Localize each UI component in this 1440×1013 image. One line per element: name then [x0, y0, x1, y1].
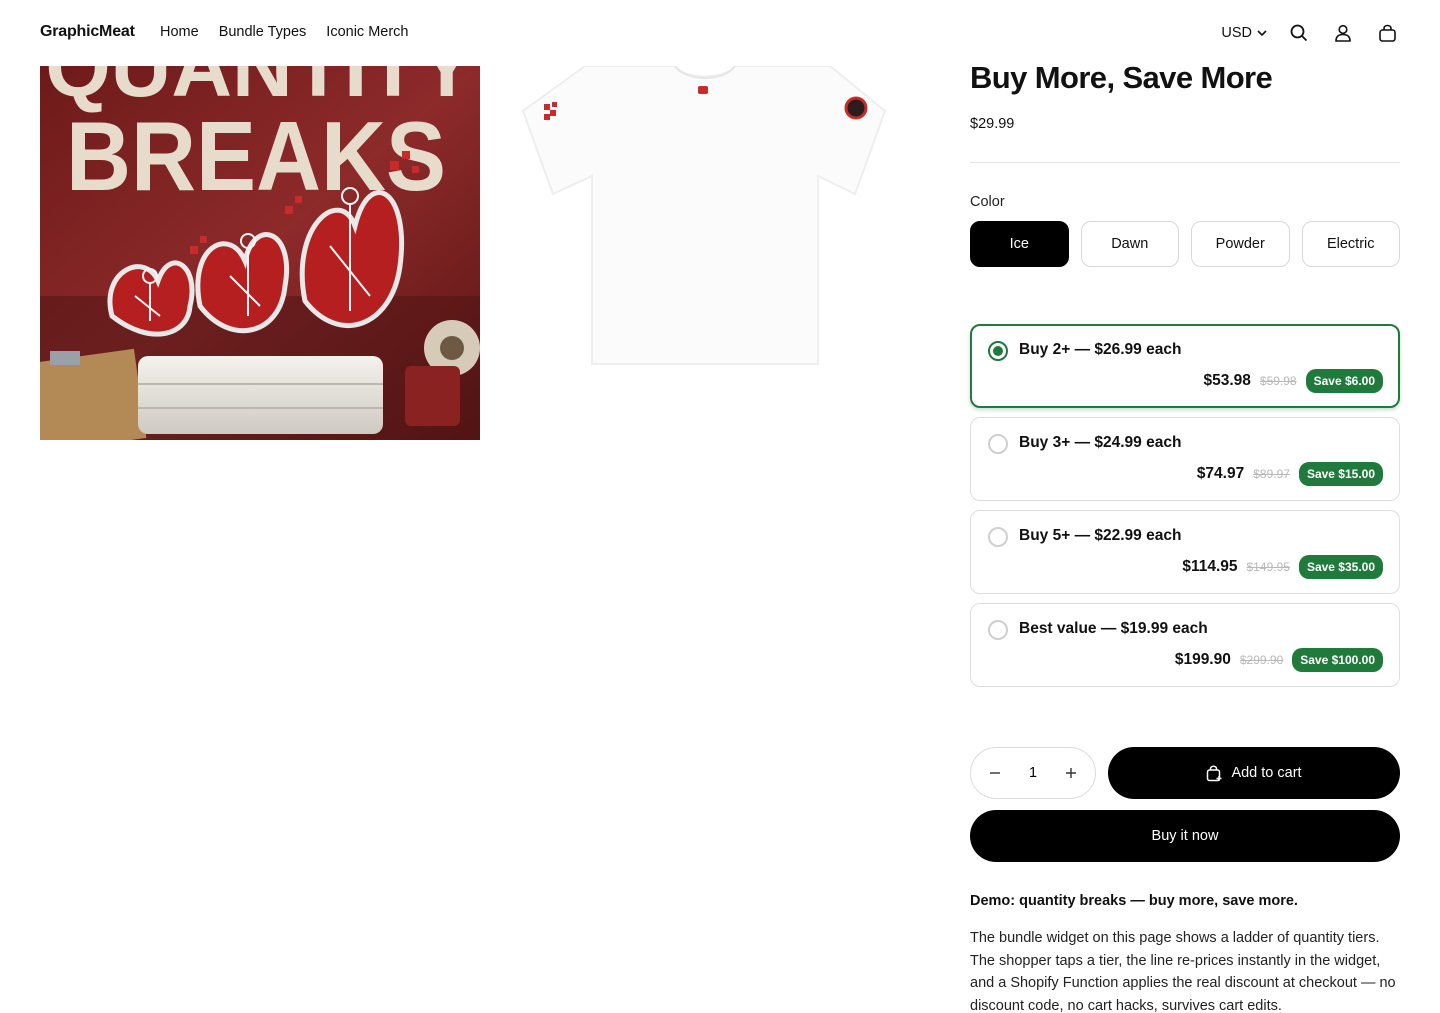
- product-info: Buy More, Save More $29.99 Color Ice Daw…: [970, 58, 1400, 267]
- tier-prices: $199.90 $299.90 Save $100.00: [1175, 648, 1383, 672]
- tier-label: Buy 5+ — $22.99 each: [1019, 527, 1182, 544]
- account-icon[interactable]: [1330, 20, 1356, 46]
- nav-iconic-merch[interactable]: Iconic Merch: [326, 24, 408, 40]
- store-logo[interactable]: GraphicMeat: [40, 23, 135, 41]
- color-option-label: Color: [970, 194, 1005, 210]
- search-icon[interactable]: [1286, 20, 1312, 46]
- tier-prices: $53.98 $59.98 Save $6.00: [1203, 369, 1383, 393]
- header-actions: USD: [1221, 20, 1400, 46]
- tier-total: $53.98: [1203, 372, 1251, 389]
- currency-selector[interactable]: USD: [1221, 25, 1268, 41]
- quantity-stepper: [970, 747, 1096, 799]
- add-to-cart-label: Add to cart: [1231, 765, 1302, 781]
- main-nav: Home Bundle Types Iconic Merch: [160, 24, 409, 40]
- tier-option-buy-5[interactable]: Buy 5+ — $22.99 each $114.95 $149.95 Sav…: [970, 510, 1400, 594]
- save-badge: Save $15.00: [1298, 462, 1383, 486]
- buy-it-now-button[interactable]: Buy it now: [970, 810, 1400, 862]
- tier-option-buy-3[interactable]: Buy 3+ — $24.99 each $74.97 $89.97 Save …: [970, 417, 1400, 501]
- product-image-quantity-breaks[interactable]: QUANTITY BREAKS: [40, 66, 480, 440]
- cart-add-icon: [1207, 765, 1222, 781]
- cart-icon[interactable]: [1374, 20, 1400, 46]
- radio-icon: [988, 620, 1008, 640]
- quantity-input[interactable]: [1018, 765, 1048, 781]
- radio-icon: [988, 527, 1008, 547]
- save-badge: Save $6.00: [1305, 369, 1383, 393]
- tshirt-chest-logo: [698, 86, 708, 94]
- tier-total: $199.90: [1174, 651, 1231, 668]
- chevron-down-icon: [1257, 30, 1267, 37]
- tier-label: Buy 3+ — $24.99 each: [1019, 434, 1182, 451]
- tier-compare-price: $299.90: [1239, 653, 1284, 667]
- color-option-electric[interactable]: Electric: [1301, 221, 1400, 267]
- tshirt-right-sleeve-patch: [844, 96, 868, 120]
- radio-icon: [988, 434, 1008, 454]
- description-body: The bundle widget on this page shows a l…: [970, 930, 1396, 1013]
- nav-bundle-types[interactable]: Bundle Types: [219, 24, 307, 40]
- tier-compare-price: $149.95: [1246, 560, 1290, 574]
- tier-option-buy-2[interactable]: Buy 2+ — $26.99 each $53.98 $59.98 Save …: [970, 324, 1400, 408]
- tier-option-best-value[interactable]: Best value — $19.99 each $199.90 $299.90…: [970, 603, 1400, 687]
- plus-icon: [1066, 768, 1076, 778]
- quantity-break-tiers: Buy 2+ — $26.99 each $53.98 $59.98 Save …: [970, 324, 1400, 696]
- description-heading: Demo: quantity breaks — buy more, save m…: [970, 893, 1298, 909]
- quantity-decrease-button[interactable]: [987, 765, 1003, 781]
- color-option-ice[interactable]: Ice: [970, 221, 1069, 267]
- product-price: $29.99: [970, 116, 1015, 132]
- save-badge: Save $35.00: [1298, 555, 1383, 579]
- color-option-powder[interactable]: Powder: [1191, 221, 1290, 267]
- radio-selected-icon: [988, 341, 1008, 361]
- product-image-tshirt[interactable]: [500, 66, 910, 366]
- tier-total: $74.97: [1196, 465, 1245, 482]
- tier-label: Best value — $19.99 each: [1019, 620, 1208, 637]
- quantity-increase-button[interactable]: [1063, 765, 1079, 781]
- divider: [970, 162, 1400, 163]
- minus-icon: [990, 772, 1000, 774]
- tier-label: Buy 2+ — $26.99 each: [1019, 341, 1182, 358]
- save-badge: Save $100.00: [1292, 648, 1383, 672]
- tier-total: $114.95: [1182, 558, 1238, 575]
- tier-compare-price: $89.97: [1253, 467, 1290, 481]
- color-swatches: Ice Dawn Powder Electric: [970, 221, 1400, 267]
- add-to-cart-button[interactable]: Add to cart: [1108, 747, 1400, 799]
- site-header: GraphicMeat Home Bundle Types Iconic Mer…: [0, 0, 1440, 66]
- currency-label: USD: [1221, 25, 1252, 41]
- tier-prices: $114.95 $149.95 Save $35.00: [1182, 555, 1383, 579]
- color-option-dawn[interactable]: Dawn: [1080, 221, 1179, 267]
- tier-compare-price: $59.98: [1259, 374, 1297, 388]
- tier-prices: $74.97 $89.97 Save $15.00: [1197, 462, 1383, 486]
- nav-home[interactable]: Home: [160, 24, 199, 40]
